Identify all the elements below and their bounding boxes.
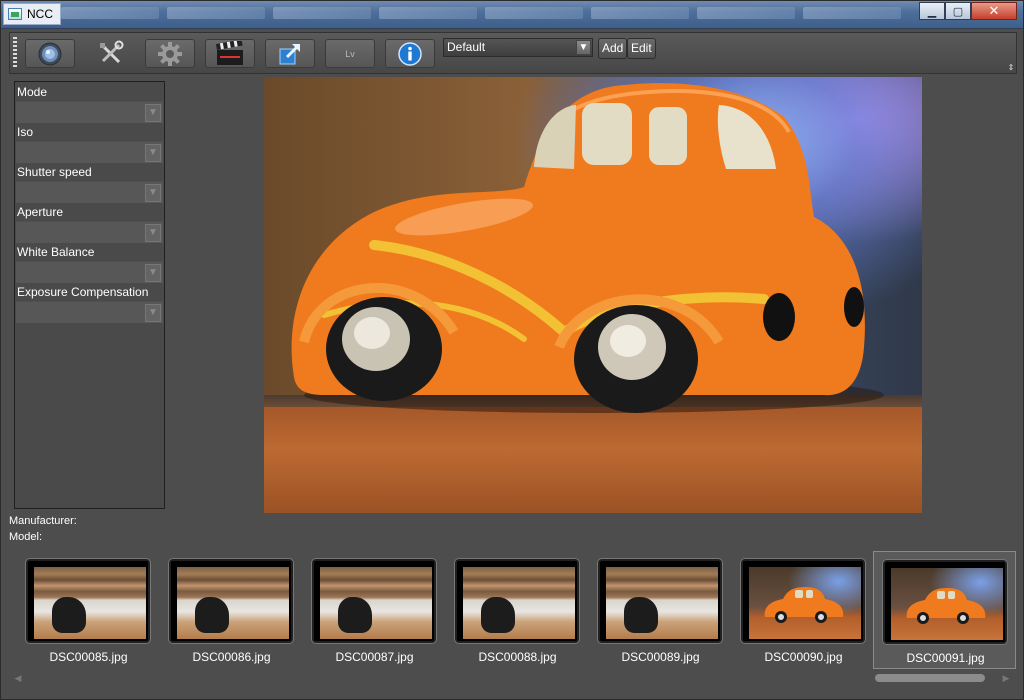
- wrench-screwdriver-icon: [100, 40, 124, 63]
- thumbnail-filename: DSC00090.jpg: [764, 650, 843, 664]
- photo-preview[interactable]: [264, 77, 922, 513]
- thumbnail-filename: DSC00087.jpg: [335, 650, 414, 664]
- mode-setting: Mode ▼: [16, 84, 164, 123]
- model-label: Model:: [9, 531, 43, 543]
- thumbnail-item[interactable]: DSC00089.jpg: [589, 551, 732, 669]
- movie-button[interactable]: [205, 39, 255, 68]
- mode-dropdown[interactable]: ▼: [16, 101, 163, 123]
- add-profile-button[interactable]: Add: [598, 38, 628, 59]
- chevron-down-icon[interactable]: ▼: [145, 264, 161, 282]
- chevron-down-icon[interactable]: ▼: [576, 40, 591, 55]
- maximize-icon: ▢: [952, 4, 964, 18]
- edit-profile-button[interactable]: Edit: [627, 38, 656, 59]
- thumbnail-frame: [312, 559, 436, 643]
- aperture-setting: Aperture ▼: [16, 204, 164, 243]
- info-icon: [398, 41, 422, 66]
- shutter-speed-setting: Shutter speed ▼: [16, 164, 164, 203]
- model-info: Model:: [9, 531, 45, 543]
- settings-button[interactable]: [145, 39, 195, 68]
- profile-dropdown[interactable]: Default ▼: [443, 38, 593, 57]
- toy-car-photo: [291, 83, 884, 413]
- thumbnail-image: [177, 567, 289, 639]
- iso-setting: Iso ▼: [16, 124, 164, 163]
- chevron-down-icon[interactable]: ▼: [145, 224, 161, 242]
- chevron-down-icon[interactable]: ▼: [145, 104, 161, 122]
- title-area: NCC: [3, 3, 61, 25]
- chevron-down-icon[interactable]: ▼: [145, 144, 161, 162]
- thumbnail-image: [320, 567, 432, 639]
- liveview-label: Lv: [345, 48, 355, 59]
- thumbnail-item[interactable]: DSC00088.jpg: [446, 551, 589, 669]
- app-icon: [8, 8, 22, 20]
- thumbnail-frame: [26, 559, 150, 643]
- thumbnail-image: [606, 567, 718, 639]
- fullscreen-button[interactable]: [265, 39, 315, 68]
- white-balance-setting: White Balance ▼: [16, 244, 164, 283]
- thumbnail-image: [463, 567, 575, 639]
- thumbnail-scrollbar[interactable]: ◀ ▶: [9, 671, 1017, 685]
- thumbnail-frame: [883, 560, 1007, 644]
- toolbar-overflow-button[interactable]: ⇕: [1007, 63, 1015, 73]
- expand-arrow-icon: [279, 43, 301, 64]
- chevron-down-icon[interactable]: ▼: [145, 184, 161, 202]
- thumbnail-frame: [741, 559, 865, 643]
- toolbar: Lv Default ▼ Add Edit ⇕: [9, 32, 1017, 74]
- iso-dropdown[interactable]: ▼: [16, 141, 163, 163]
- window-controls: ▁ ▢ ✕: [919, 2, 1017, 20]
- toolbar-grip-handle[interactable]: [13, 37, 17, 69]
- iso-label: Iso: [17, 125, 34, 139]
- background-taskbar: [61, 5, 901, 21]
- minimize-button[interactable]: ▁: [919, 2, 945, 20]
- window-title: NCC: [27, 7, 53, 21]
- thumbnail-image: [34, 567, 146, 639]
- thumbnail-filename: DSC00091.jpg: [906, 651, 985, 665]
- white-balance-dropdown[interactable]: ▼: [16, 261, 163, 283]
- thumbnail-item[interactable]: DSC00086.jpg: [160, 551, 303, 669]
- aperture-label: Aperture: [17, 205, 64, 219]
- thumbnail-item[interactable]: DSC00085.jpg: [17, 551, 160, 669]
- scrollbar-thumb[interactable]: [875, 674, 985, 682]
- exposure-compensation-dropdown[interactable]: ▼: [16, 301, 163, 323]
- thumbnail-frame: [455, 559, 579, 643]
- manufacturer-label: Manufacturer:: [9, 515, 77, 527]
- mode-label: Mode: [17, 85, 48, 99]
- manufacturer-info: Manufacturer:: [9, 515, 80, 527]
- shutter-speed-label: Shutter speed: [17, 165, 92, 179]
- title-bar[interactable]: NCC ▁ ▢ ✕: [1, 1, 1023, 29]
- liveview-button[interactable]: Lv: [325, 39, 375, 68]
- scroll-right-icon[interactable]: ▶: [999, 671, 1013, 685]
- chevron-down-icon[interactable]: ▼: [145, 304, 161, 322]
- exposure-compensation-label: Exposure Compensation: [17, 285, 149, 299]
- thumbnail-item[interactable]: DSC00087.jpg: [303, 551, 446, 669]
- white-balance-label: White Balance: [17, 245, 95, 259]
- scroll-left-icon[interactable]: ◀: [11, 671, 25, 685]
- thumbnail-filename: DSC00085.jpg: [49, 650, 128, 664]
- thumbnail-filename: DSC00086.jpg: [192, 650, 271, 664]
- maximize-button[interactable]: ▢: [945, 2, 971, 20]
- gear-icon: [158, 41, 182, 66]
- aperture-dropdown[interactable]: ▼: [16, 221, 163, 243]
- thumbnail-image: [891, 568, 1003, 640]
- tools-button[interactable]: [86, 39, 136, 68]
- clapperboard-icon: [215, 40, 243, 65]
- close-button[interactable]: ✕: [971, 2, 1017, 20]
- thumbnail-frame: [598, 559, 722, 643]
- thumbnail-filename: DSC00088.jpg: [478, 650, 557, 664]
- camera-settings-panel: Mode ▼ Iso ▼ Shutter speed ▼ Aperture ▼ …: [14, 81, 165, 509]
- info-button[interactable]: [385, 39, 435, 68]
- profile-dropdown-value: Default: [447, 40, 486, 54]
- app-window: NCC ▁ ▢ ✕ Lv Default ▼ Add Edit ⇕ Mode ▼…: [0, 0, 1024, 700]
- thumbnail-frame: [169, 559, 293, 643]
- thumbnail-strip: DSC00085.jpg DSC00086.jpg DSC00087.jpg D…: [9, 549, 1017, 689]
- thumbnail-image: [749, 567, 861, 639]
- minimize-icon: ▁: [927, 4, 937, 18]
- shutter-speed-dropdown[interactable]: ▼: [16, 181, 163, 203]
- exposure-compensation-setting: Exposure Compensation ▼: [16, 284, 164, 323]
- capture-button[interactable]: [25, 39, 75, 68]
- close-icon: ✕: [988, 3, 1000, 19]
- thumbnail-item-selected[interactable]: DSC00091.jpg: [873, 551, 1016, 669]
- lens-icon: [38, 42, 62, 65]
- thumbnail-filename: DSC00089.jpg: [621, 650, 700, 664]
- thumbnail-item[interactable]: DSC00090.jpg: [732, 551, 875, 669]
